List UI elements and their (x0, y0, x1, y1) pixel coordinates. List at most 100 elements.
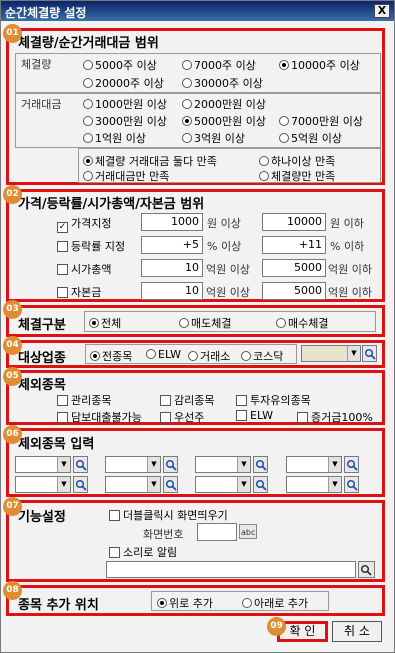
search-icon (75, 459, 87, 471)
exclude-preferred[interactable]: 우선주 (160, 409, 204, 425)
radio-icon (182, 99, 192, 109)
amount-option-500m[interactable]: 5억원 이상 (279, 130, 342, 146)
exclude-stock-search-5[interactable] (73, 476, 88, 493)
market-cap-to-input[interactable]: 5000 (262, 259, 326, 277)
sector-kosdaq[interactable]: 코스닥 (241, 348, 283, 364)
chevron-down-icon: ▼ (237, 457, 250, 472)
volume-option-30000[interactable]: 30000주 이상 (182, 75, 263, 91)
radio-icon (279, 133, 289, 143)
exclude-stock-search-7[interactable] (253, 476, 268, 493)
screen-number-label: 화면번호 (143, 528, 184, 541)
exclude-stock-select-8[interactable]: ▼ (286, 476, 342, 493)
add-position-bottom[interactable]: 아래로 추가 (242, 595, 308, 611)
exclude-stock-search-8[interactable] (344, 476, 359, 493)
price-checkbox[interactable]: ✓ 가격지정 (57, 215, 111, 233)
amount-option-1000m[interactable]: 1000만원 이상 (83, 96, 167, 112)
radio-selected-icon (89, 318, 99, 328)
exclude-managed[interactable]: 관리종목 (57, 392, 111, 408)
badge-02: 02 (3, 185, 22, 204)
radio-icon (179, 318, 189, 328)
badge-05: 05 (3, 367, 22, 386)
badge-03: 03 (3, 300, 22, 319)
screen-number-lookup-button[interactable]: abc (239, 524, 257, 539)
cond-volume-only[interactable]: 체결량만 만족 (259, 168, 335, 184)
cond-either[interactable]: 하나이상 만족 (259, 153, 335, 169)
search-icon (346, 459, 358, 471)
cancel-button[interactable]: 취 소 (332, 621, 382, 642)
change-rate-to-input[interactable]: +11 (262, 236, 326, 254)
radio-icon (276, 318, 286, 328)
amount-option-5000m[interactable]: 5000만원 이상 (182, 113, 266, 129)
volume-option-10000[interactable]: 10000주 이상 (279, 57, 360, 73)
exclude-margin-100[interactable]: 증거금100% (297, 409, 373, 425)
search-icon (165, 479, 177, 491)
sector-elw[interactable]: ELW (146, 348, 181, 361)
market-cap-checkbox[interactable]: 시가총액 (57, 261, 111, 277)
sector-all[interactable]: 전종목 (90, 348, 132, 364)
amount-option-100m[interactable]: 1억원 이상 (83, 130, 146, 146)
exclude-elw[interactable]: ELW (236, 409, 273, 422)
price-range-heading: 가격/등락률/시가총액/자본금 범위 (18, 197, 205, 212)
exclude-supervised[interactable]: 감리종목 (160, 392, 214, 408)
market-cap-from-input[interactable]: 10 (141, 259, 203, 277)
market-cap-to-unit: 억원 이하 (328, 263, 372, 276)
add-position-top[interactable]: 위로 추가 (157, 595, 213, 611)
radio-icon (182, 133, 192, 143)
radio-icon (182, 60, 192, 70)
amount-option-3000m[interactable]: 3000만원 이상 (83, 113, 167, 129)
change-rate-from-unit: % 이상 (207, 240, 242, 253)
sector-select[interactable]: ▼ (301, 345, 361, 362)
radio-selected-icon (90, 351, 100, 361)
radio-selected-icon (182, 116, 192, 126)
badge-09: 09 (267, 617, 286, 636)
title-bar[interactable]: 순간체결량 설정 X (1, 1, 394, 21)
trade-type-sell[interactable]: 매도체결 (179, 315, 231, 331)
exclude-stock-search-4[interactable] (344, 456, 359, 473)
trade-type-all[interactable]: 전체 (89, 315, 121, 331)
exclude-no-collateral[interactable]: 담보대출불가능 (57, 409, 142, 425)
exclude-stock-select-4[interactable]: ▼ (286, 456, 342, 473)
dblclick-open-checkbox[interactable]: 더블클릭시 화면띄우기 (109, 507, 228, 523)
volume-option-20000[interactable]: 20000주 이상 (83, 75, 164, 91)
capital-from-input[interactable]: 10 (141, 282, 203, 300)
radio-icon (241, 351, 251, 361)
cond-both[interactable]: 체결량 거래대금 둘다 만족 (83, 153, 217, 169)
excluded-input-heading: 제외종목 입력 (18, 437, 95, 452)
exclude-stock-select-2[interactable]: ▼ (105, 456, 161, 473)
exclude-stock-select-1[interactable]: ▼ (15, 456, 71, 473)
trade-type-buy[interactable]: 매수체결 (276, 315, 328, 331)
volume-option-5000[interactable]: 5000주 이상 (83, 57, 157, 73)
amount-option-300m[interactable]: 3억원 이상 (182, 130, 245, 146)
sound-alert-checkbox[interactable]: 소리로 알림 (109, 544, 177, 560)
amount-option-7000m[interactable]: 7000만원 이상 (279, 113, 363, 129)
exclude-stock-select-5[interactable]: ▼ (15, 476, 71, 493)
exclude-caution[interactable]: 투자유의종목 (236, 392, 311, 408)
exclude-stock-select-7[interactable]: ▼ (195, 476, 251, 493)
checkbox-icon (236, 410, 247, 421)
sector-search-button[interactable] (362, 345, 377, 362)
exclude-stock-select-3[interactable]: ▼ (195, 456, 251, 473)
capital-to-input[interactable]: 5000 (262, 282, 326, 300)
volume-option-7000[interactable]: 7000주 이상 (182, 57, 256, 73)
sound-file-input[interactable] (106, 561, 356, 578)
radio-icon (259, 156, 269, 166)
exclude-stock-search-2[interactable] (163, 456, 178, 473)
exclude-stock-select-6[interactable]: ▼ (105, 476, 161, 493)
screen-number-input[interactable] (197, 523, 237, 541)
change-rate-from-input[interactable]: +5 (141, 236, 203, 254)
chevron-down-icon: ▼ (328, 477, 341, 492)
cond-amount-only[interactable]: 거래대금만 만족 (83, 168, 169, 184)
price-from-input[interactable]: 1000 (141, 213, 203, 231)
price-to-input[interactable]: 10000 (262, 213, 326, 231)
radio-icon (259, 171, 269, 181)
amount-option-2000m[interactable]: 2000만원 이상 (182, 96, 266, 112)
search-icon (75, 479, 87, 491)
close-button[interactable]: X (374, 4, 390, 18)
sound-file-search-button[interactable] (358, 561, 375, 578)
change-rate-checkbox[interactable]: 등락률 지정 (57, 238, 125, 254)
capital-checkbox[interactable]: 자본금 (57, 284, 101, 300)
sector-kospi[interactable]: 거래소 (188, 348, 230, 364)
exclude-stock-search-3[interactable] (253, 456, 268, 473)
exclude-stock-search-6[interactable] (163, 476, 178, 493)
exclude-stock-search-1[interactable] (73, 456, 88, 473)
